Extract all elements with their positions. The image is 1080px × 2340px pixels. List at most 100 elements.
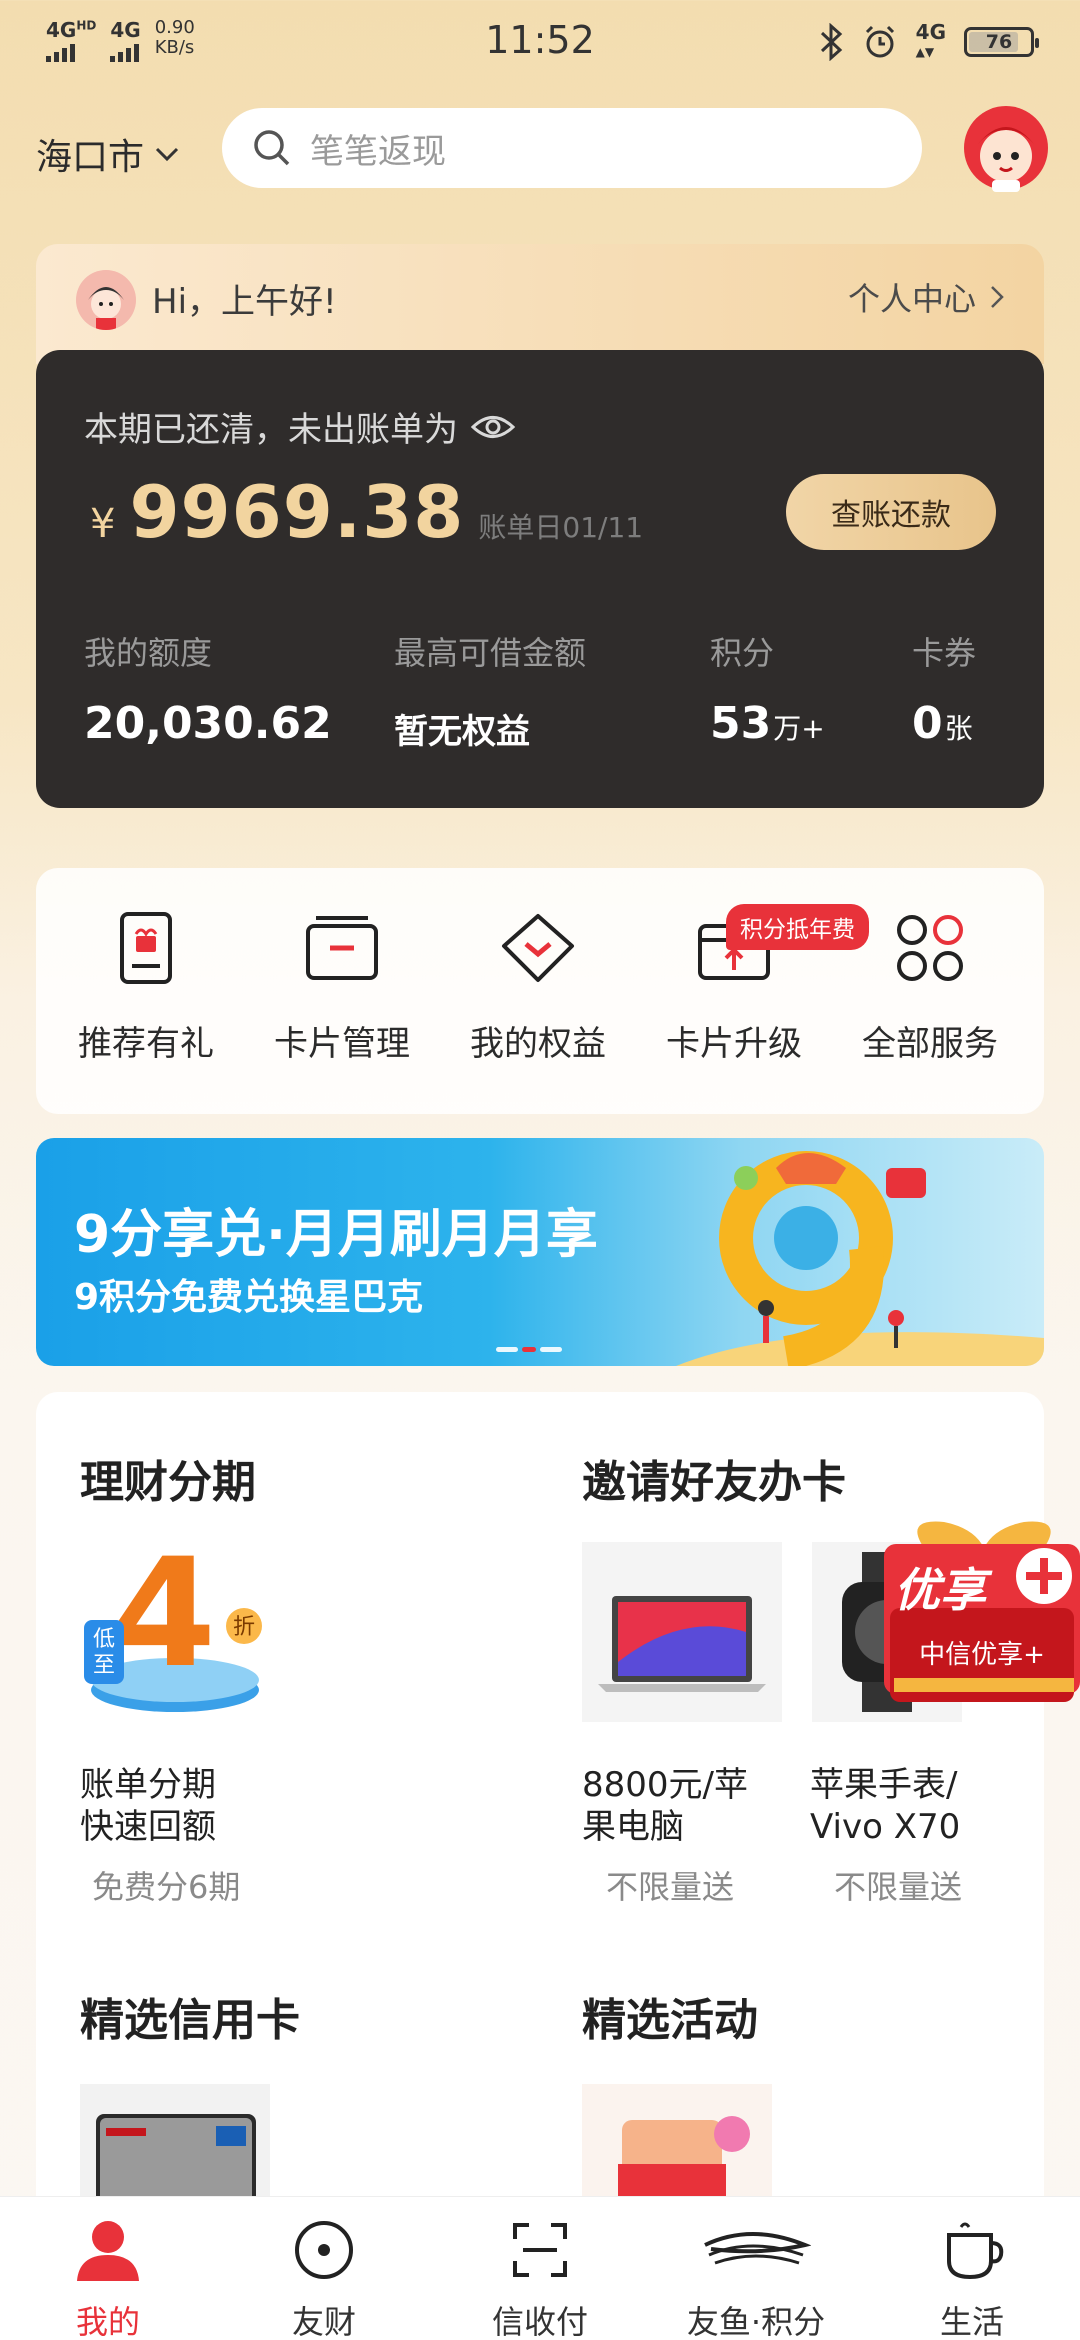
nav-life[interactable]: 生活 [864,2215,1080,2340]
coin-icon [295,2221,353,2279]
stat-value: 暂无权益 [394,704,586,753]
account-card: Hi，上午好! 个人中心 本期已还清，未出账单为 ¥ 9969.38 账单日01… [36,244,1044,808]
network-4g-icon: 4G ▲▼ [915,20,946,59]
product-name-line: 果电脑 [582,1807,684,1847]
city-label: 海口市 [36,137,145,178]
service-card-management[interactable]: 卡片管理 [242,908,442,1065]
stat-value: 0张 [912,698,976,749]
product-name-line: 苹果手表/ [810,1765,958,1805]
city-selector[interactable]: 海口市 [36,128,180,180]
section-title-invite[interactable]: 邀请好友办卡 [582,1446,846,1510]
stat-value-text: 暂无权益 [394,712,530,752]
nav-label: 信收付 [491,2303,588,2340]
search-placeholder: 笔笔返现 [310,131,446,172]
service-label: 我的权益 [470,1024,606,1064]
annual-fee-badge: 积分抵年费 [726,904,869,950]
grid-icon [897,915,963,981]
stat-points[interactable]: 积分 53万+ [710,628,825,749]
product-name-line: 快速回额 [80,1807,216,1847]
network-4g-label: 4G [915,20,946,44]
person-icon [77,2221,139,2281]
check-repay-button[interactable]: 查账还款 [786,474,996,550]
discount-4-illustration: 4 低 至 折 [84,1540,262,1712]
currency-symbol: ¥ [90,501,116,547]
status-right: 4G ▲▼ 76 [818,20,1039,62]
activity-image[interactable] [582,2084,772,2204]
product-name-line: Vivo X70 [810,1807,961,1847]
user-avatar[interactable] [76,270,136,330]
stat-value: 53万+ [710,698,825,749]
credit-card-image[interactable] [80,2084,270,2204]
stat-label: 最高可借金额 [394,634,587,672]
bill-card: 本期已还清，未出账单为 ¥ 9969.38 账单日01/11 查账还款 我的额度… [36,350,1044,808]
profile-center-link[interactable]: 个人中心 [848,274,1004,320]
stat-unit: 张 [944,712,973,745]
product-tag: 不限量送 [834,1868,963,1906]
nav-points[interactable]: 友鱼·积分 [648,2215,864,2340]
cup-icon [947,2222,1004,2280]
search-icon [254,130,290,166]
service-my-benefits[interactable]: 我的权益 [438,908,638,1065]
carousel-dots[interactable] [496,1347,562,1352]
product-name-line: 账单分期 [80,1765,216,1805]
stat-credit-limit[interactable]: 我的额度 20,030.62 [84,628,332,749]
stat-value-number: 53 [710,698,772,749]
floating-ad[interactable]: 优享 中信优享+ [884,1508,1080,1732]
battery-level: 76 [985,31,1013,53]
header: 海口市 笔笔返现 [0,104,1080,194]
nav-wealth[interactable]: 友财 [216,2215,432,2340]
nav-label: 生活 [939,2303,1004,2340]
stat-label: 卡券 [912,634,977,672]
nav-my[interactable]: 我的 [0,2215,216,2340]
bill-status-text: 本期已还清，未出账单为 [84,410,458,450]
service-label: 推荐有礼 [78,1024,214,1064]
section-title-activities[interactable]: 精选活动 [582,1984,758,2048]
diamond-icon [502,914,574,982]
nav-payment[interactable]: 信收付 [432,2215,648,2340]
product-name: 8800元/苹 果电脑 [582,1764,748,1848]
nav-label: 友鱼·积分 [686,2303,826,2340]
bill-amount: ¥ 9969.38 账单日01/11 [90,470,643,554]
banner-subtitle: 9积分免费兑换星巴克 [74,1277,424,1318]
stat-value-number: 0 [912,698,943,749]
product-name: 账单分期 快速回额 [80,1764,216,1848]
fish-icon [704,2232,812,2265]
banner-title: 9分享兑·月月刷月月享 [74,1205,598,1265]
bottom-nav: 我的 友财 信收付 友鱼·积分 生活 [0,2196,1080,2340]
bluetooth-icon [820,23,842,61]
chevron-right-icon [991,286,1004,308]
service-referral[interactable]: 推荐有礼 [46,908,246,1065]
scan-icon [513,2223,567,2277]
alarm-icon [865,25,894,58]
laptop-image [582,1542,782,1722]
greeting-bar: Hi，上午好! 个人中心 [36,244,1044,364]
stat-label: 我的额度 [84,634,213,672]
product-name: 苹果手表/ Vivo X70 [810,1764,960,1848]
stat-max-loan[interactable]: 最高可借金额 暂无权益 [394,628,586,753]
banner-illustration [676,1151,1044,1366]
discount-label: 折 [233,1615,255,1640]
service-label: 卡片升级 [666,1024,802,1064]
stat-value: 20,030.62 [84,698,332,749]
section-title-finance[interactable]: 理财分期 [80,1446,256,1510]
due-date: 账单日01/11 [478,511,644,544]
search-bar[interactable]: 笔笔返现 [222,108,922,188]
gift-box-icon [120,912,172,984]
product-name-line: 8800元/苹 [582,1765,748,1805]
discount-number: 4 [112,1540,216,1701]
mascot-avatar[interactable] [962,104,1050,194]
promo-banner[interactable]: 9分享兑·月月刷月月享 9积分免费兑换星巴克 [36,1138,1044,1366]
chevron-down-icon [155,147,179,162]
greeting-text: Hi，上午好! [152,282,337,322]
card-icon [306,916,378,980]
nav-label: 友财 [291,2303,356,2340]
discount-badge-top: 低 [93,1627,115,1652]
stat-coupons[interactable]: 卡券 0张 [912,628,976,749]
bill-status: 本期已还清，未出账单为 [84,402,516,451]
eye-icon[interactable] [470,412,516,442]
gift-ad-graphic [884,1521,1080,1702]
product-tag: 免费分6期 [92,1868,241,1906]
section-title-credit-cards[interactable]: 精选信用卡 [80,1984,300,2048]
battery-icon: 76 [964,27,1039,57]
service-label: 全部服务 [862,1024,998,1064]
